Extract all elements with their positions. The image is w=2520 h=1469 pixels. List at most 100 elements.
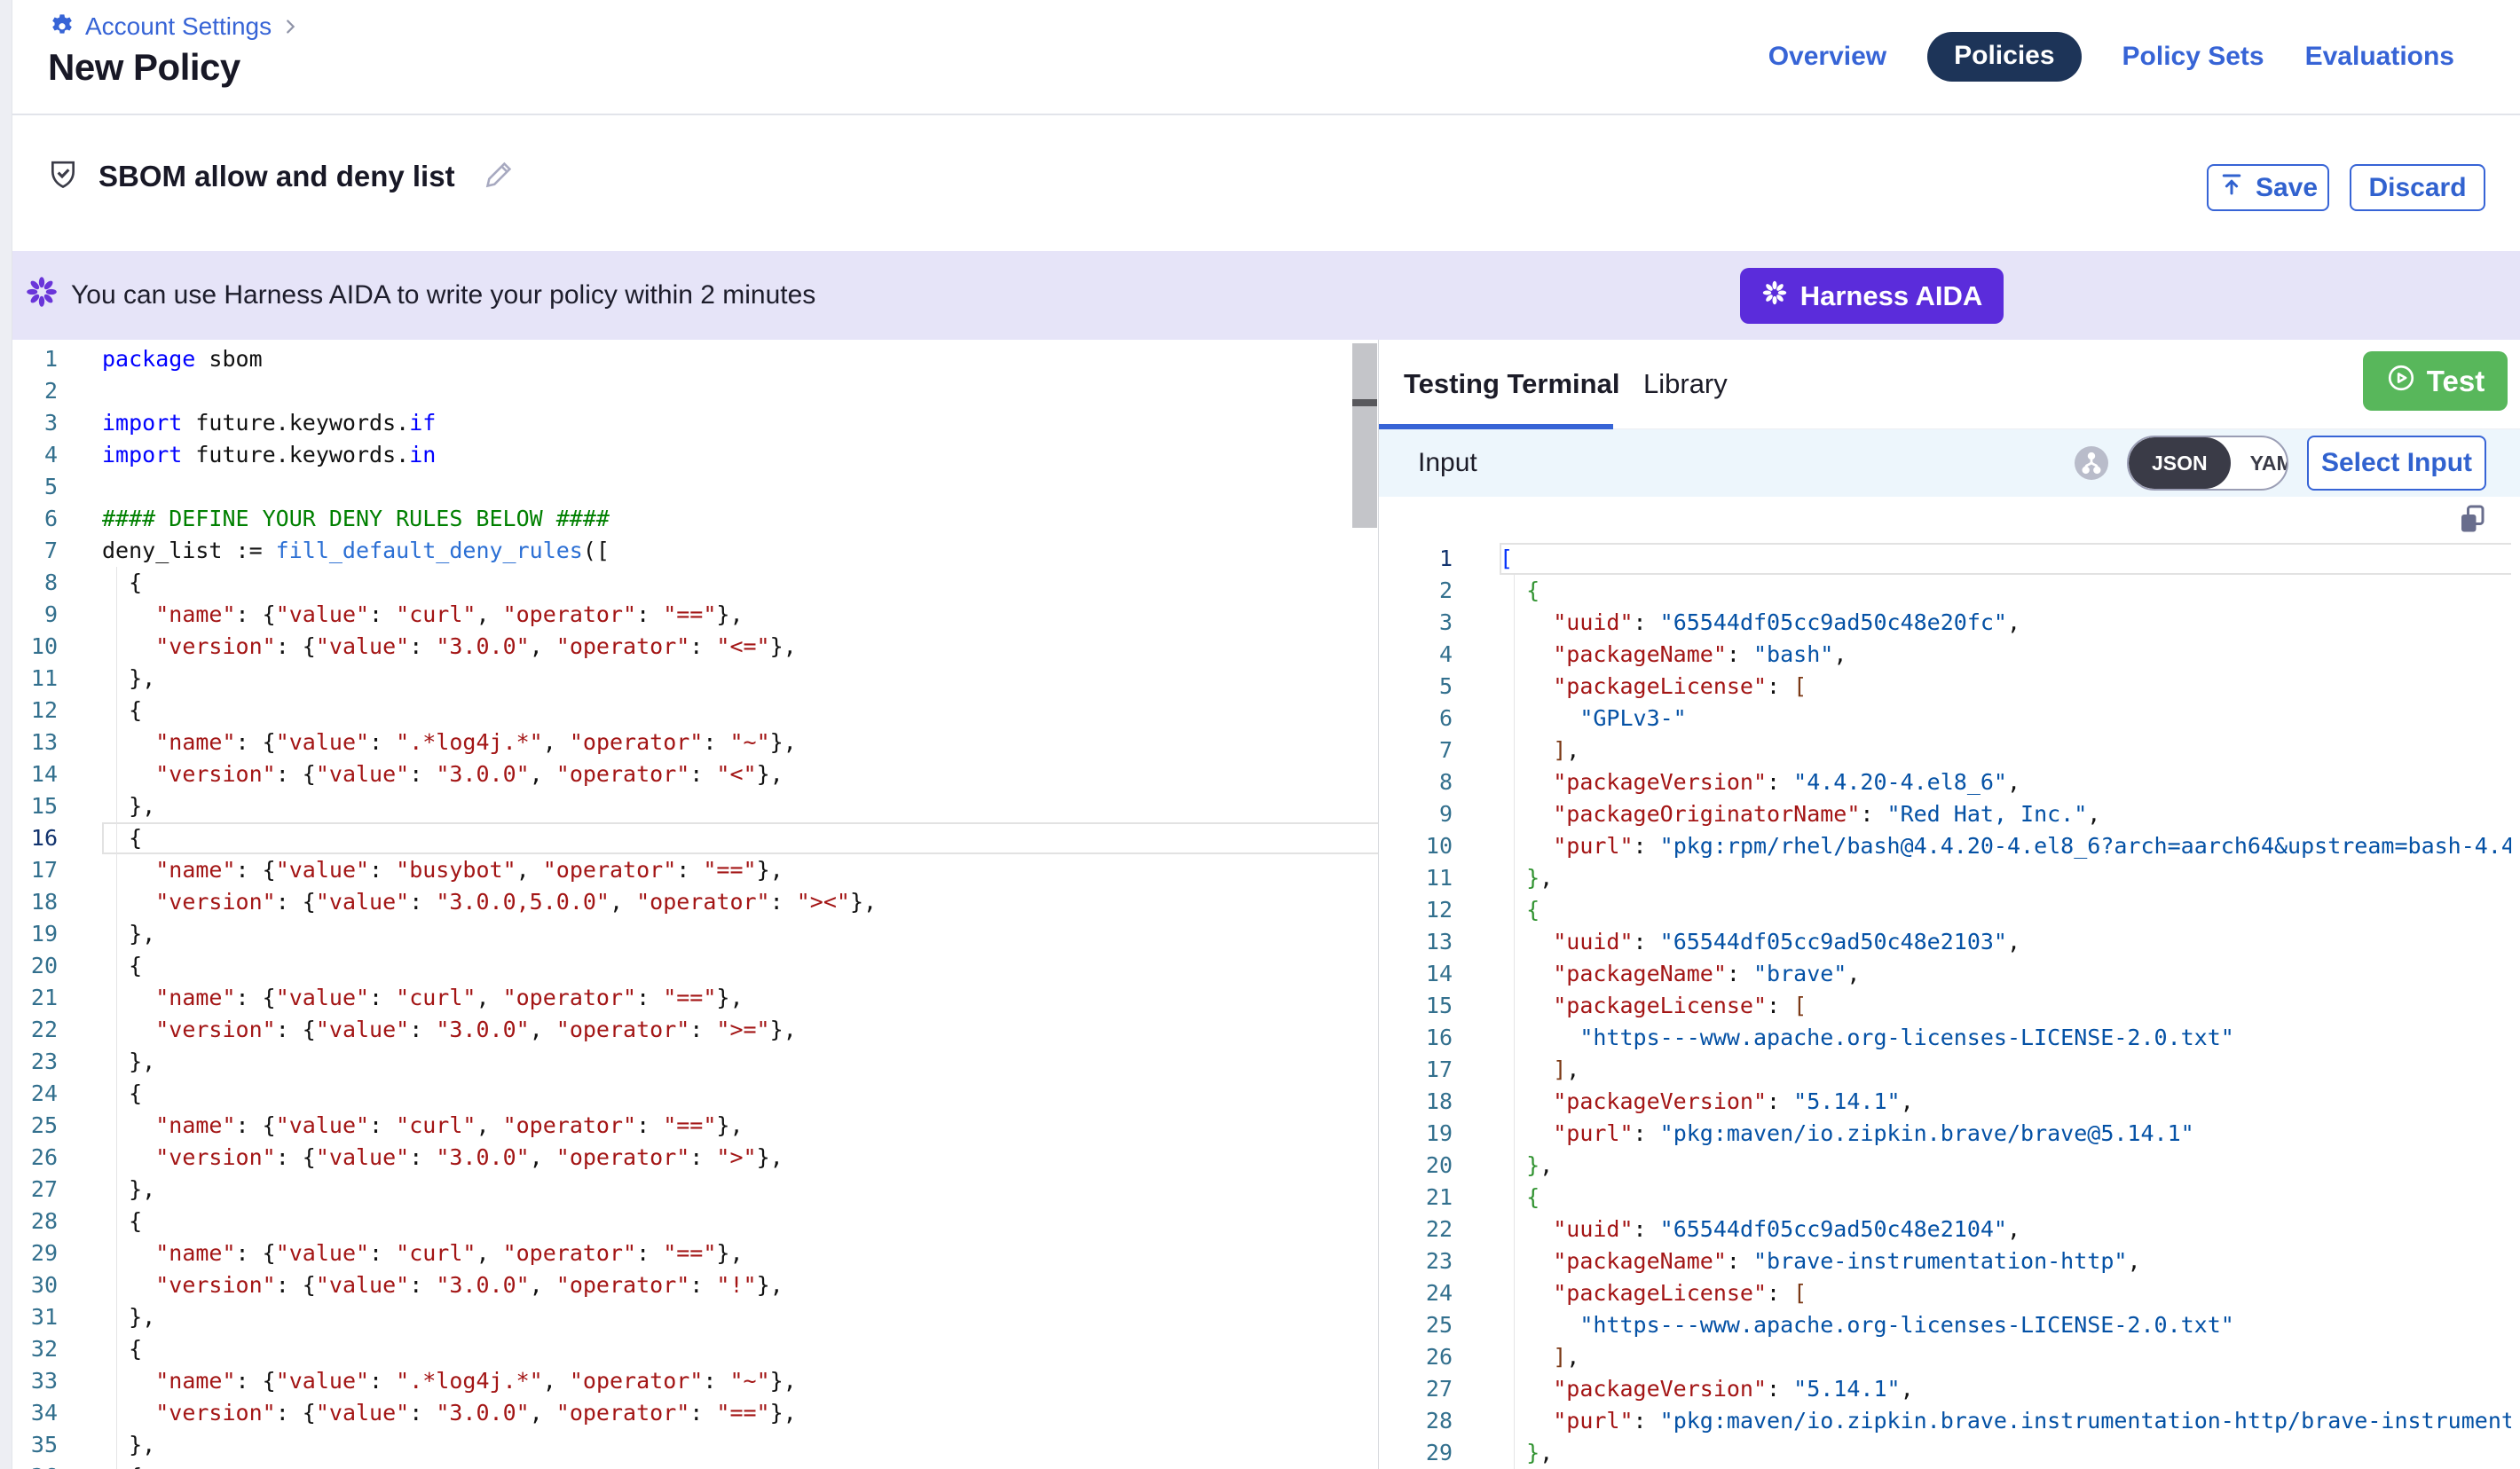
code-line[interactable]: 33 "name": {"value": ".*log4j.*", "opera… [12,1365,1378,1397]
code-line[interactable]: 22 "uuid": "65544df05cc9ad50c48e2104", [1379,1214,2511,1245]
code-line[interactable]: 22 "version": {"value": "3.0.0", "operat… [12,1014,1378,1046]
code-line[interactable]: 24 "packageLicense": [ [1379,1277,2511,1309]
code-line[interactable]: 6#### DEFINE YOUR DENY RULES BELOW #### [12,503,1378,535]
line-number: 3 [1379,607,1500,639]
code-line[interactable]: 35 }, [12,1429,1378,1461]
nav-tab-policies[interactable]: Policies [1927,32,2081,82]
code-line[interactable]: 17 "name": {"value": "busybot", "operato… [12,854,1378,886]
code-line[interactable]: 18 "version": {"value": "3.0.0,5.0.0", "… [12,886,1378,918]
code-line[interactable]: 3 "uuid": "65544df05cc9ad50c48e20fc", [1379,607,2511,639]
indent-guide [1514,862,1515,894]
code-line[interactable]: 14 "version": {"value": "3.0.0", "operat… [12,758,1378,790]
select-input-button[interactable]: Select Input [2307,436,2486,491]
code-line[interactable]: 18 "packageVersion": "5.14.1", [1379,1086,2511,1118]
policy-code-editor[interactable]: 1package sbom23import future.keywords.if… [12,340,1378,1469]
branch-icon[interactable] [2075,446,2108,480]
indent-guide [116,758,117,790]
code-line[interactable]: 31 }, [12,1301,1378,1333]
code-line[interactable]: 2 { [1379,575,2511,607]
code-line[interactable]: 26 ], [1379,1341,2511,1373]
code-line[interactable]: 13 "name": {"value": ".*log4j.*", "opera… [12,727,1378,758]
save-button[interactable]: Save [2207,164,2329,211]
code-line[interactable]: 21 "name": {"value": "curl", "operator":… [12,982,1378,1014]
code-line[interactable]: 21 { [1379,1182,2511,1214]
indent-guide [116,1014,117,1046]
indent-guide [1514,1182,1515,1214]
code-line[interactable]: 36 { [12,1461,1378,1469]
code-line[interactable]: 28 { [12,1206,1378,1237]
format-option-json[interactable]: JSON [2129,437,2231,489]
line-number: 14 [12,758,102,790]
test-button[interactable]: Test [2363,351,2508,411]
code-line[interactable]: 23 "packageName": "brave-instrumentation… [1379,1245,2511,1277]
tab-testing-terminal[interactable]: Testing Terminal [1404,340,1619,428]
code-line[interactable]: 11 }, [1379,862,2511,894]
code-line[interactable]: 12 { [1379,894,2511,926]
line-number: 33 [12,1365,102,1397]
code-line[interactable]: 20 { [12,950,1378,982]
code-line[interactable]: 27 "packageVersion": "5.14.1", [1379,1373,2511,1405]
code-line[interactable]: 1[ [1379,543,2511,575]
line-number: 11 [12,663,102,695]
copy-icon[interactable] [2456,502,2488,538]
indent-guide [116,663,117,695]
code-line[interactable]: 3import future.keywords.if [12,407,1378,439]
code-line[interactable]: 20 }, [1379,1150,2511,1182]
nav-tab-overview[interactable]: Overview [1768,42,1886,72]
tab-library[interactable]: Library [1643,340,1728,428]
discard-button[interactable]: Discard [2350,164,2485,211]
line-number: 25 [1379,1309,1500,1341]
indent-guide [1514,671,1515,703]
code-line[interactable]: 32 { [12,1333,1378,1365]
code-line[interactable]: 5 "packageLicense": [ [1379,671,2511,703]
breadcrumb[interactable]: Account Settings [48,12,300,41]
code-line[interactable]: 16 "https---www.apache.org-licenses-LICE… [1379,1022,2511,1054]
code-line[interactable]: 4import future.keywords.in [12,439,1378,471]
indent-guide [116,1078,117,1110]
code-line[interactable]: 9 "packageOriginatorName": "Red Hat, Inc… [1379,798,2511,830]
code-line[interactable]: 7 ], [1379,734,2511,766]
code-line[interactable]: 10 "version": {"value": "3.0.0", "operat… [12,631,1378,663]
code-line[interactable]: 9 "name": {"value": "curl", "operator": … [12,599,1378,631]
input-code-editor[interactable]: 1[2 {3 "uuid": "65544df05cc9ad50c48e20fc… [1379,497,2511,1469]
editor-scrollbar-thumb[interactable] [1352,343,1377,528]
code-line[interactable]: 11 }, [12,663,1378,695]
code-line[interactable]: 14 "packageName": "brave", [1379,958,2511,990]
format-toggle[interactable]: JSON YAML [2127,436,2288,491]
line-number: 1 [1379,543,1500,575]
nav-tab-evaluations[interactable]: Evaluations [2305,42,2454,72]
code-line[interactable]: 15 }, [12,790,1378,822]
code-line[interactable]: 16 { [12,822,1378,854]
code-line[interactable]: 8 { [12,567,1378,599]
code-line[interactable]: 8 "packageVersion": "4.4.20-4.el8_6", [1379,766,2511,798]
code-line[interactable]: 12 { [12,695,1378,727]
code-line[interactable]: 34 "version": {"value": "3.0.0", "operat… [12,1397,1378,1429]
code-line[interactable]: 10 "purl": "pkg:rpm/rhel/bash@4.4.20-4.e… [1379,830,2511,862]
code-line[interactable]: 13 "uuid": "65544df05cc9ad50c48e2103", [1379,926,2511,958]
breadcrumb-label[interactable]: Account Settings [85,12,272,41]
code-line[interactable]: 30 "version": {"value": "3.0.0", "operat… [12,1269,1378,1301]
code-line[interactable]: 29 "name": {"value": "curl", "operator":… [12,1237,1378,1269]
code-line[interactable]: 7deny_list := fill_default_deny_rules([ [12,535,1378,567]
code-line[interactable]: 24 { [12,1078,1378,1110]
code-line[interactable]: 23 }, [12,1046,1378,1078]
code-line[interactable]: 1package sbom [12,343,1378,375]
code-line[interactable]: 6 "GPLv3-" [1379,703,2511,734]
format-option-yaml[interactable]: YAML [2231,437,2288,489]
code-line[interactable]: 5 [12,471,1378,503]
code-line[interactable]: 27 }, [12,1174,1378,1206]
code-line[interactable]: 25 "name": {"value": "curl", "operator":… [12,1110,1378,1142]
code-line[interactable]: 17 ], [1379,1054,2511,1086]
code-line[interactable]: 25 "https---www.apache.org-licenses-LICE… [1379,1309,2511,1341]
code-line[interactable]: 28 "purl": "pkg:maven/io.zipkin.brave.in… [1379,1405,2511,1437]
code-line[interactable]: 15 "packageLicense": [ [1379,990,2511,1022]
code-line[interactable]: 2 [12,375,1378,407]
code-line[interactable]: 4 "packageName": "bash", [1379,639,2511,671]
harness-aida-button[interactable]: Harness AIDA [1740,268,2004,324]
code-line[interactable]: 19 }, [12,918,1378,950]
code-line[interactable]: 19 "purl": "pkg:maven/io.zipkin.brave/br… [1379,1118,2511,1150]
nav-tab-policy-sets[interactable]: Policy Sets [2122,42,2264,72]
code-line[interactable]: 29 }, [1379,1437,2511,1469]
edit-pencil-icon[interactable] [484,158,516,194]
code-line[interactable]: 26 "version": {"value": "3.0.0", "operat… [12,1142,1378,1174]
